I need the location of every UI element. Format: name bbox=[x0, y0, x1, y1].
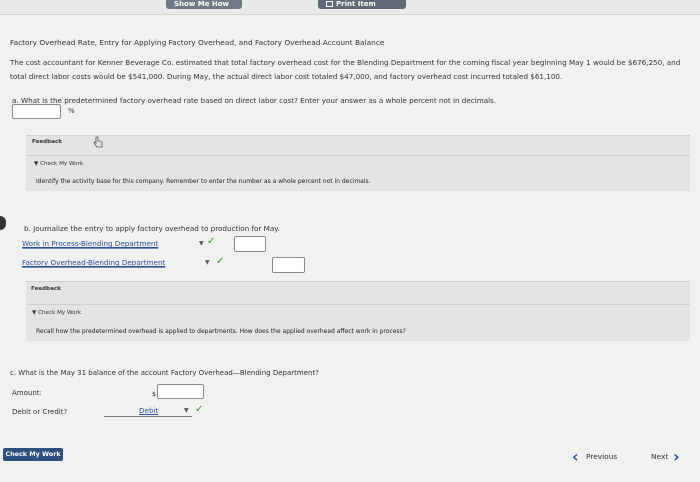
debit-credit-select[interactable]: Debit bbox=[139, 406, 158, 415]
currency-symbol: $ bbox=[152, 390, 157, 398]
check-my-work-toggle-b[interactable]: ▼ Check My Work bbox=[32, 310, 81, 316]
feedback-panel-a: Feedback ▼ Check My Work Identify the ac… bbox=[26, 135, 690, 191]
debit-amount-input[interactable] bbox=[234, 236, 266, 252]
question-marker bbox=[0, 216, 6, 230]
print-item-label: Print Item bbox=[336, 0, 376, 8]
chevron-right-icon[interactable]: › bbox=[673, 447, 680, 466]
debit-credit-underline bbox=[104, 416, 192, 417]
print-icon bbox=[326, 1, 333, 7]
chevron-down-icon[interactable]: ▼ bbox=[184, 407, 189, 414]
problem-description: The cost accountant for Kenner Beverage … bbox=[10, 58, 681, 81]
percent-suffix: % bbox=[68, 107, 75, 115]
feedback-panel-b: Feedback ▼ Check My Work Recall how the … bbox=[26, 281, 690, 341]
question-a: a. What is the predetermined factory ove… bbox=[12, 96, 497, 105]
checkmark-icon: ✓ bbox=[195, 404, 204, 415]
header-divider bbox=[0, 14, 700, 15]
debit-account-select[interactable]: Work in Process-Blending Department bbox=[22, 239, 159, 249]
feedback-divider-b bbox=[26, 304, 690, 305]
question-b: b. Journalize the entry to apply factory… bbox=[24, 224, 280, 233]
amount-label: Amount: bbox=[12, 389, 42, 397]
question-c: c. What is the May 31 balance of the acc… bbox=[10, 369, 319, 377]
chevron-left-icon[interactable]: ‹ bbox=[572, 447, 579, 466]
hand-pointer-icon bbox=[93, 136, 103, 148]
debit-credit-label: Debit or Credit? bbox=[12, 408, 68, 416]
top-toolbar: Show Me How Print Item bbox=[0, 0, 700, 14]
problem-title: Factory Overhead Rate, Entry for Applyin… bbox=[10, 38, 385, 47]
check-my-work-button[interactable]: Check My Work bbox=[3, 448, 63, 461]
credit-amount-input[interactable] bbox=[272, 257, 305, 273]
hint-text-b: Recall how the predetermined overhead is… bbox=[36, 328, 406, 335]
hint-text-a: Identify the activity base for this comp… bbox=[36, 178, 371, 185]
print-item-button[interactable]: Print Item bbox=[318, 0, 406, 9]
chevron-down-icon[interactable]: ▼ bbox=[205, 259, 210, 266]
feedback-label-a: Feedback bbox=[32, 139, 63, 145]
next-button[interactable]: Next bbox=[651, 452, 668, 461]
check-my-work-toggle-a[interactable]: ▼ Check My Work bbox=[34, 161, 83, 167]
checkmark-icon: ✓ bbox=[216, 256, 225, 267]
previous-button[interactable]: Previous bbox=[586, 452, 617, 461]
feedback-divider-a bbox=[26, 155, 690, 156]
chevron-down-icon[interactable]: ▼ bbox=[199, 240, 204, 247]
feedback-label-b: Feedback bbox=[31, 286, 62, 292]
overhead-rate-input[interactable] bbox=[12, 104, 61, 119]
credit-account-select[interactable]: Factory Overhead-Blending Department bbox=[22, 258, 166, 268]
checkmark-icon: ✓ bbox=[207, 236, 216, 247]
show-me-how-button[interactable]: Show Me How bbox=[166, 0, 242, 9]
balance-amount-input[interactable] bbox=[157, 384, 204, 399]
